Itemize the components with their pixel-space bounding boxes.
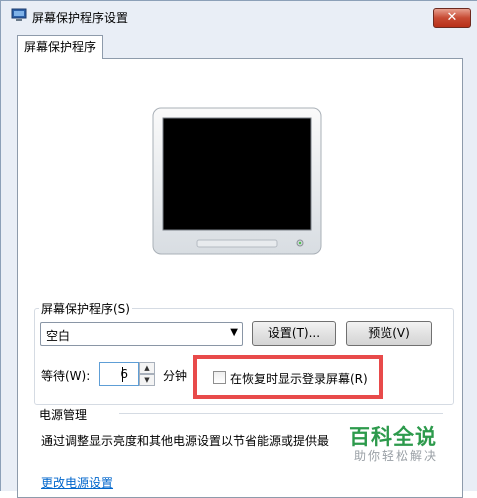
screensaver-group-label: 屏幕保护程序(S): [39, 300, 132, 317]
highlight-annotation-box: [193, 355, 383, 399]
screensaver-settings-window: 屏幕保护程序设置 ✕ 屏幕保护程序 屏幕保护程序(S) 空白 ▼ 设置(T)..…: [0, 0, 477, 498]
watermark-subtitle: 助你轻松解决: [354, 449, 439, 463]
power-description: 通过调整显示亮度和其他电源设置以节省能源或提供最: [41, 434, 330, 448]
monitor-icon: [152, 107, 322, 255]
title-bar[interactable]: 屏幕保护程序设置 ✕: [1, 1, 477, 33]
spin-up-icon[interactable]: ▲: [139, 362, 155, 374]
screensaver-select[interactable]: 空白 ▼: [40, 322, 243, 346]
power-group-divider: [119, 413, 443, 414]
close-button[interactable]: ✕: [433, 8, 471, 28]
wait-minutes-input[interactable]: 6: [99, 362, 139, 386]
change-power-settings-link[interactable]: 更改电源设置: [41, 474, 113, 491]
dropdown-arrow-icon: ▼: [230, 327, 238, 338]
text-caret: [122, 367, 123, 382]
window-title: 屏幕保护程序设置: [32, 11, 129, 25]
tab-screensaver[interactable]: 屏幕保护程序: [17, 35, 103, 59]
minutes-unit-label: 分钟: [163, 369, 188, 383]
spin-down-icon[interactable]: ▼: [139, 374, 155, 386]
settings-button[interactable]: 设置(T)...: [252, 321, 336, 346]
wait-label: 等待(W):: [41, 369, 91, 383]
screensaver-app-icon: [11, 8, 27, 21]
preview-button[interactable]: 预览(V): [346, 321, 432, 346]
power-group-label: 电源管理: [39, 408, 88, 422]
screensaver-selected-value: 空白: [46, 329, 71, 343]
